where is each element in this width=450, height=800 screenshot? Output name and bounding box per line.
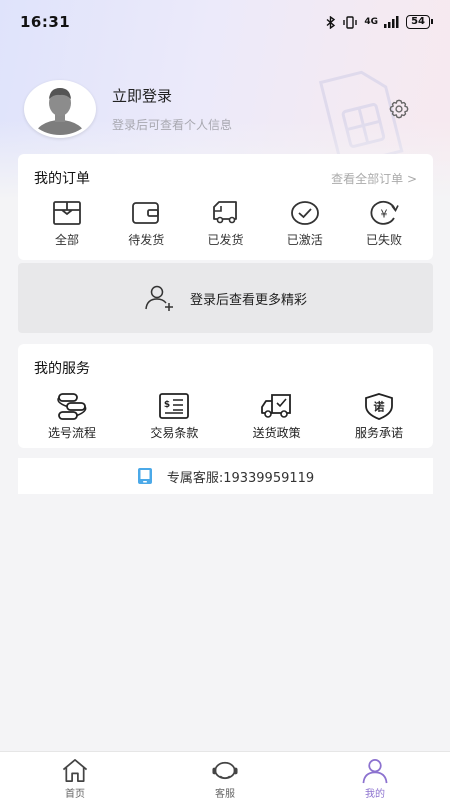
tab-customer-service[interactable]: 客服: [174, 752, 276, 800]
service-label-selection: 选号流程: [47, 426, 96, 440]
service-label-delivery: 送货政策: [252, 426, 301, 440]
signal-icon: [384, 16, 399, 28]
profile-section[interactable]: 立即登录 登录后可查看个人信息: [24, 80, 232, 138]
order-status-activated[interactable]: 已激活: [268, 200, 342, 248]
profile-text: 立即登录 登录后可查看个人信息: [112, 85, 232, 133]
status-icons: 4G 54: [326, 15, 433, 29]
battery-indicator: 54: [406, 15, 433, 29]
service-label-promise: 服务承诺: [354, 426, 403, 440]
tab-label-home: 首页: [65, 789, 85, 800]
network-type: 4G: [364, 17, 379, 27]
order-status-all[interactable]: 全部: [30, 200, 104, 248]
tab-mine[interactable]: 我的: [324, 752, 426, 800]
order-status-row: 全部 待发货 已发货 已激活 ¥ 已失败: [18, 188, 433, 248]
svg-text:$: $: [164, 400, 170, 410]
default-avatar-icon: [34, 88, 86, 135]
service-row: 选号流程 $ 交易条款 送货政策 诺 服务承诺: [18, 378, 433, 441]
order-label-activated: 已激活: [286, 233, 323, 247]
orders-header: 我的订单 查看全部订单 >: [18, 154, 433, 188]
phone-icon: [137, 468, 152, 484]
user-icon: [362, 759, 388, 784]
svg-text:¥: ¥: [381, 208, 388, 221]
customer-service-hotline[interactable]: 专属客服:19339959119: [18, 458, 433, 494]
yen-refresh-icon: ¥: [370, 200, 399, 225]
check-circle-icon: [290, 201, 319, 225]
wallet-icon: [132, 202, 160, 224]
order-label-pending: 待发货: [128, 233, 165, 247]
box-icon: [53, 201, 81, 225]
service-number-selection[interactable]: 选号流程: [26, 392, 118, 441]
order-status-shipped[interactable]: 已发货: [189, 200, 263, 248]
gear-icon[interactable]: [388, 98, 410, 120]
tab-label-customer-service: 客服: [215, 789, 235, 800]
order-status-failed[interactable]: ¥ 已失败: [347, 200, 421, 248]
bottom-tab-bar: 首页 客服 我的: [0, 751, 450, 800]
service-promise[interactable]: 诺 服务承诺: [333, 392, 425, 441]
tab-home[interactable]: 首页: [24, 752, 126, 800]
service-label-terms: 交易条款: [150, 426, 199, 440]
view-all-orders-link[interactable]: 查看全部订单 >: [331, 170, 417, 187]
vibrate-icon: [343, 15, 358, 29]
hotline-text: 专属客服:19339959119: [166, 470, 315, 486]
orders-title: 我的订单: [34, 171, 90, 187]
login-subtitle: 登录后可查看个人信息: [112, 118, 233, 132]
headset-icon: [212, 761, 238, 780]
order-label-all: 全部: [54, 233, 79, 247]
svg-text:诺: 诺: [373, 400, 384, 414]
order-label-shipped: 已发货: [207, 233, 244, 247]
delivery-icon: [260, 394, 291, 418]
services-title: 我的服务: [34, 361, 90, 377]
flow-icon: [57, 393, 87, 420]
service-delivery[interactable]: 送货政策: [231, 392, 323, 441]
tab-label-mine: 我的: [365, 789, 385, 800]
avatar[interactable]: [24, 80, 96, 138]
promise-shield-icon: 诺: [365, 393, 393, 420]
terms-icon: $: [159, 393, 190, 419]
order-label-failed: 已失败: [365, 233, 402, 247]
truck-icon: [212, 201, 237, 224]
login-title[interactable]: 立即登录: [112, 85, 232, 106]
promo-text: 登录后查看更多精彩: [189, 292, 307, 308]
services-card: 我的服务 选号流程 $ 交易条款 送货政策 诺 服务承诺: [18, 344, 433, 448]
service-terms[interactable]: $ 交易条款: [128, 392, 220, 441]
bluetooth-icon: [326, 15, 336, 29]
add-user-icon: [145, 285, 173, 311]
home-icon: [62, 759, 88, 782]
status-bar: 16:31 4G 54: [0, 0, 450, 44]
login-promo-banner[interactable]: 登录后查看更多精彩: [18, 263, 433, 333]
services-header: 我的服务: [18, 344, 433, 378]
status-time: 16:31: [20, 13, 71, 31]
orders-card: 我的订单 查看全部订单 > 全部 待发货 已发货 已激活 ¥ 已失败: [18, 154, 433, 260]
order-status-pending[interactable]: 待发货: [109, 200, 183, 248]
